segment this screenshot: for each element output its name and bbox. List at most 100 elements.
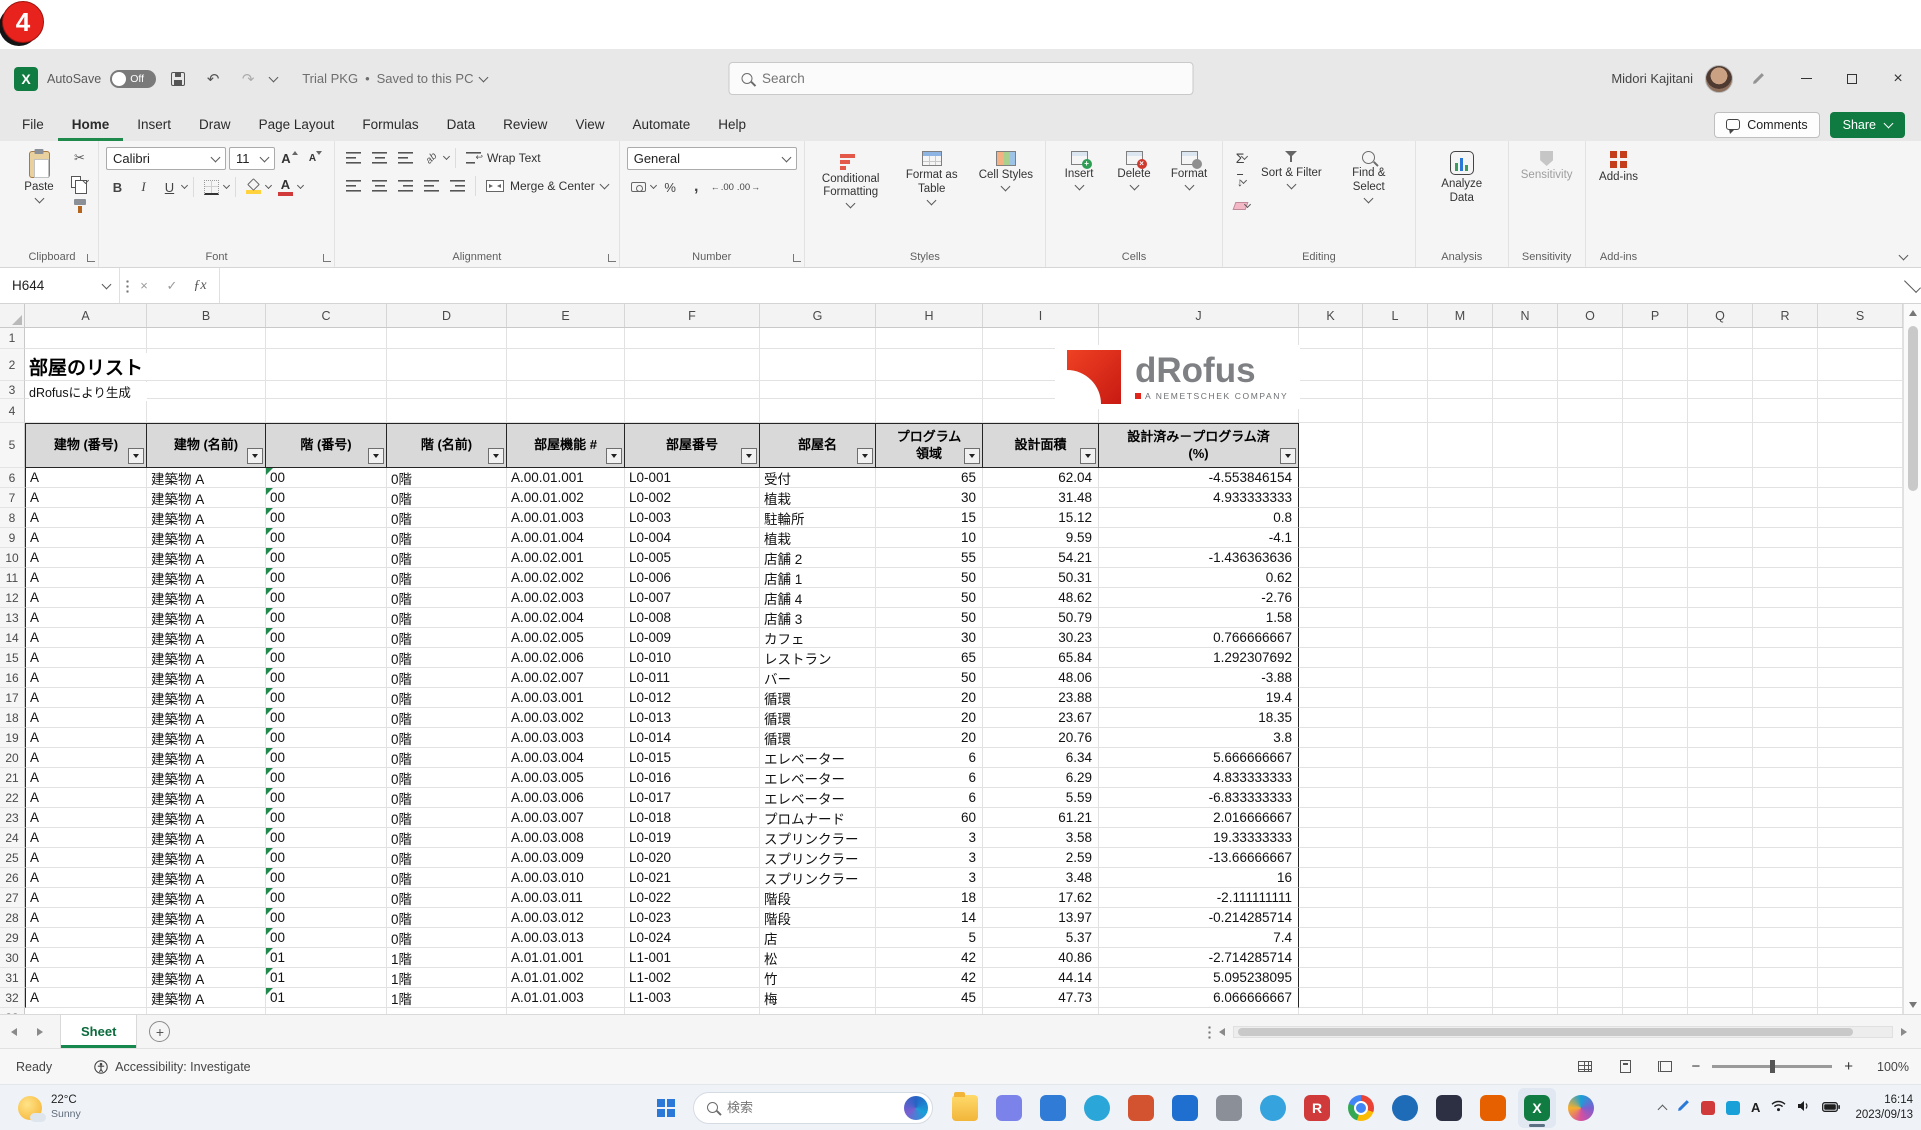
- merge-center-button[interactable]: Merge & Center: [482, 175, 612, 197]
- column-header-D[interactable]: D: [387, 304, 507, 327]
- cell-N10[interactable]: [1493, 548, 1558, 568]
- cell-J22[interactable]: -6.833333333: [1099, 788, 1299, 808]
- cell-M11[interactable]: [1428, 568, 1493, 588]
- cell-D13[interactable]: 0階: [387, 608, 507, 628]
- cell-R2[interactable]: [1753, 349, 1818, 381]
- cell-H10[interactable]: 55: [876, 548, 983, 568]
- cell-J17[interactable]: 19.4: [1099, 688, 1299, 708]
- formula-input[interactable]: [220, 268, 1904, 303]
- file-explorer-icon[interactable]: [946, 1088, 984, 1128]
- row-header-23[interactable]: 23: [0, 808, 25, 828]
- cell-P12[interactable]: [1623, 588, 1688, 608]
- format-painter-button[interactable]: [68, 195, 91, 217]
- undo-button[interactable]: ↶: [200, 66, 226, 92]
- cell-I20[interactable]: 6.34: [983, 748, 1099, 768]
- taskbar-search[interactable]: [693, 1092, 933, 1124]
- cell-Q18[interactable]: [1688, 708, 1753, 728]
- cell-D20[interactable]: 0階: [387, 748, 507, 768]
- row-header-4[interactable]: 4: [0, 399, 25, 423]
- cell-J28[interactable]: -0.214285714: [1099, 908, 1299, 928]
- cell-G14[interactable]: カフェ: [760, 628, 876, 648]
- cell-R31[interactable]: [1753, 968, 1818, 988]
- cell-J7[interactable]: 4.933333333: [1099, 488, 1299, 508]
- filter-button[interactable]: [741, 448, 757, 464]
- cell-Q21[interactable]: [1688, 768, 1753, 788]
- cell-N12[interactable]: [1493, 588, 1558, 608]
- cell-H21[interactable]: 6: [876, 768, 983, 788]
- cell-C15[interactable]: 00: [266, 648, 387, 668]
- row-header-3[interactable]: 3: [0, 381, 25, 399]
- formula-bar-grip[interactable]: [126, 279, 129, 293]
- cell-P22[interactable]: [1623, 788, 1688, 808]
- cell-M14[interactable]: [1428, 628, 1493, 648]
- cell-I6[interactable]: 62.04: [983, 468, 1099, 488]
- cell-O9[interactable]: [1558, 528, 1623, 548]
- tab-page-layout[interactable]: Page Layout: [245, 108, 349, 141]
- orientation-chevron-icon[interactable]: [443, 153, 450, 160]
- cell-P3[interactable]: [1623, 381, 1688, 399]
- column-header-R[interactable]: R: [1753, 304, 1818, 327]
- cell-L7[interactable]: [1363, 488, 1428, 508]
- cell-O12[interactable]: [1558, 588, 1623, 608]
- number-dialog-launcher[interactable]: [793, 254, 801, 262]
- cell-S31[interactable]: [1818, 968, 1903, 988]
- cell-S27[interactable]: [1818, 888, 1903, 908]
- cell-O22[interactable]: [1558, 788, 1623, 808]
- cell-E13[interactable]: A.00.02.004: [507, 608, 625, 628]
- cell-R16[interactable]: [1753, 668, 1818, 688]
- cell-S18[interactable]: [1818, 708, 1903, 728]
- cell-M12[interactable]: [1428, 588, 1493, 608]
- confirm-entry-button[interactable]: ✓: [159, 273, 185, 299]
- cell-C22[interactable]: 00: [266, 788, 387, 808]
- cell-R8[interactable]: [1753, 508, 1818, 528]
- cell-O17[interactable]: [1558, 688, 1623, 708]
- cell-P15[interactable]: [1623, 648, 1688, 668]
- row-header-30[interactable]: 30: [0, 948, 25, 968]
- close-button[interactable]: ×: [1875, 50, 1921, 108]
- tab-scroll-grip[interactable]: [1208, 1025, 1211, 1039]
- cell-B24[interactable]: 建築物 A: [147, 828, 266, 848]
- ime-indicator[interactable]: A: [1751, 1100, 1760, 1115]
- cell-B6[interactable]: 建築物 A: [147, 468, 266, 488]
- cell-S12[interactable]: [1818, 588, 1903, 608]
- cell-H1[interactable]: [876, 328, 983, 349]
- cell-K28[interactable]: [1299, 908, 1363, 928]
- cell-E7[interactable]: A.00.01.002: [507, 488, 625, 508]
- cell-K14[interactable]: [1299, 628, 1363, 648]
- cell-J24[interactable]: 19.33333333: [1099, 828, 1299, 848]
- row-header-16[interactable]: 16: [0, 668, 25, 688]
- cell-F24[interactable]: L0-019: [625, 828, 760, 848]
- filter-button[interactable]: [488, 448, 504, 464]
- cell-I31[interactable]: 44.14: [983, 968, 1099, 988]
- zoom-level[interactable]: 100%: [1865, 1060, 1909, 1074]
- cell-K31[interactable]: [1299, 968, 1363, 988]
- cell-G12[interactable]: 店舗 4: [760, 588, 876, 608]
- cell-M5[interactable]: [1428, 423, 1493, 468]
- cell-F16[interactable]: L0-011: [625, 668, 760, 688]
- cell-S26[interactable]: [1818, 868, 1903, 888]
- zoom-out-button[interactable]: −: [1691, 1058, 1700, 1075]
- cell-L3[interactable]: [1363, 381, 1428, 399]
- cell-A4[interactable]: [25, 399, 147, 423]
- cell-G25[interactable]: スプリンクラー: [760, 848, 876, 868]
- cell-J16[interactable]: -3.88: [1099, 668, 1299, 688]
- cell-D17[interactable]: 0階: [387, 688, 507, 708]
- row-header-22[interactable]: 22: [0, 788, 25, 808]
- search-box[interactable]: [728, 62, 1193, 95]
- cell-N16[interactable]: [1493, 668, 1558, 688]
- cell-N27[interactable]: [1493, 888, 1558, 908]
- cell-D29[interactable]: 0階: [387, 928, 507, 948]
- fill-button[interactable]: ↓: [1230, 171, 1253, 193]
- row-header-6[interactable]: 6: [0, 468, 25, 488]
- cell-A27[interactable]: A: [25, 888, 147, 908]
- cell-S13[interactable]: [1818, 608, 1903, 628]
- cell-C29[interactable]: 00: [266, 928, 387, 948]
- cell-H2[interactable]: [876, 349, 983, 381]
- cell-R21[interactable]: [1753, 768, 1818, 788]
- quick-access-chevron-icon[interactable]: [269, 72, 279, 82]
- filter-button[interactable]: [606, 448, 622, 464]
- cell-I14[interactable]: 30.23: [983, 628, 1099, 648]
- tray-overflow-chevron-icon[interactable]: [1658, 1105, 1668, 1115]
- cell-Q22[interactable]: [1688, 788, 1753, 808]
- cell-N30[interactable]: [1493, 948, 1558, 968]
